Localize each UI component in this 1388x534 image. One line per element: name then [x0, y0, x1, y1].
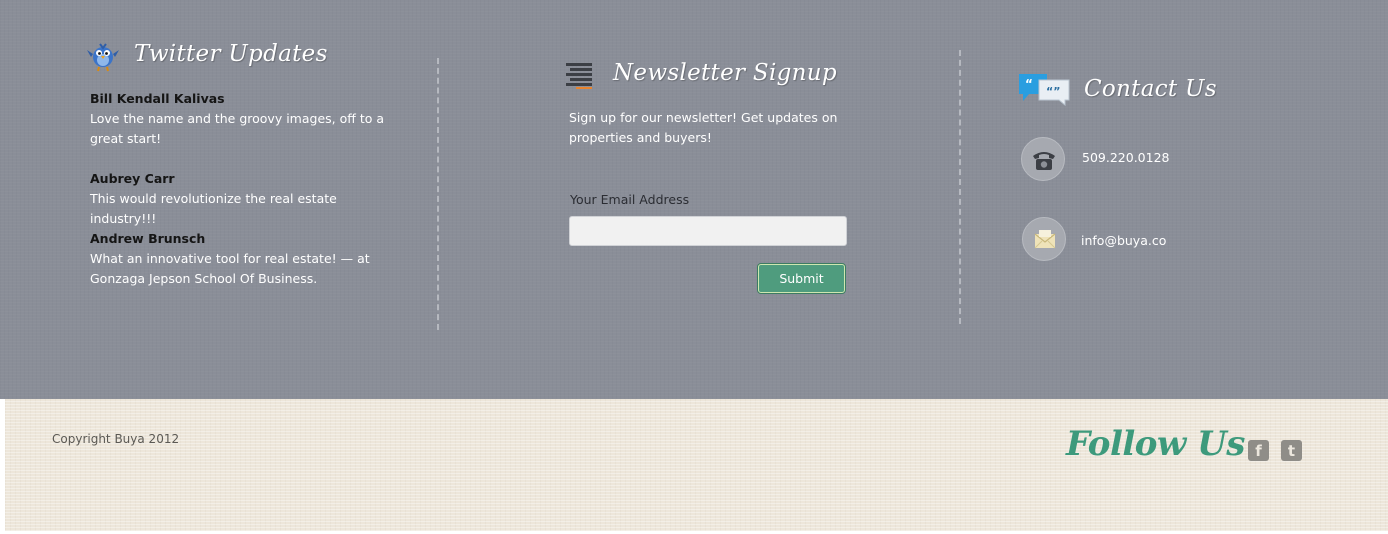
newsletter-heading: Newsletter Signup — [613, 60, 837, 86]
twitter-heading: Twitter Updates — [134, 41, 328, 67]
speech-bubbles-icon: “ “” — [1017, 72, 1071, 107]
email-input[interactable] — [569, 216, 847, 246]
newsletter-icon — [564, 62, 594, 90]
tweet-item: Aubrey Carr This would revolutionize the… — [90, 169, 390, 229]
column-divider — [959, 50, 961, 324]
tweet-author[interactable]: Andrew Brunsch — [90, 229, 390, 249]
tweet-author[interactable]: Aubrey Carr — [90, 169, 390, 189]
envelope-icon — [1033, 229, 1057, 251]
follow-heading: Follow Us — [1066, 424, 1245, 464]
newsletter-description: Sign up for our newsletter! Get updates … — [569, 110, 838, 145]
facebook-icon[interactable]: f — [1248, 440, 1269, 461]
svg-text:“: “ — [1025, 77, 1033, 91]
phone-icon — [1031, 147, 1057, 173]
bottom-bar — [5, 399, 1388, 531]
column-divider — [437, 58, 439, 330]
contact-heading: Contact Us — [1084, 76, 1217, 102]
contact-email[interactable]: info@buya.co — [1081, 233, 1166, 248]
submit-button[interactable]: Submit — [758, 264, 845, 293]
tweet-text: This would revolutionize the real estate… — [90, 191, 337, 226]
phone-circle — [1021, 137, 1065, 181]
email-label: Your Email Address — [570, 192, 690, 207]
tweet-item: Bill Kendall Kalivas Love the name and t… — [90, 89, 390, 149]
svg-text:“”: “” — [1046, 85, 1060, 98]
twitter-icon[interactable]: t — [1281, 440, 1302, 461]
footer-widgets-area: Twitter Updates Bill Kendall Kalivas Lov… — [0, 0, 1388, 399]
tweet-text: What an innovative tool for real estate!… — [90, 251, 370, 286]
bird-icon — [86, 40, 120, 72]
copyright-text: Copyright Buya 2012 — [52, 432, 180, 446]
tweet-item: Andrew Brunsch What an innovative tool f… — [90, 229, 390, 289]
email-circle — [1022, 217, 1066, 261]
tweet-author[interactable]: Bill Kendall Kalivas — [90, 89, 390, 109]
phone-number[interactable]: 509.220.0128 — [1082, 150, 1169, 165]
tweet-text: Love the name and the groovy images, off… — [90, 111, 385, 146]
